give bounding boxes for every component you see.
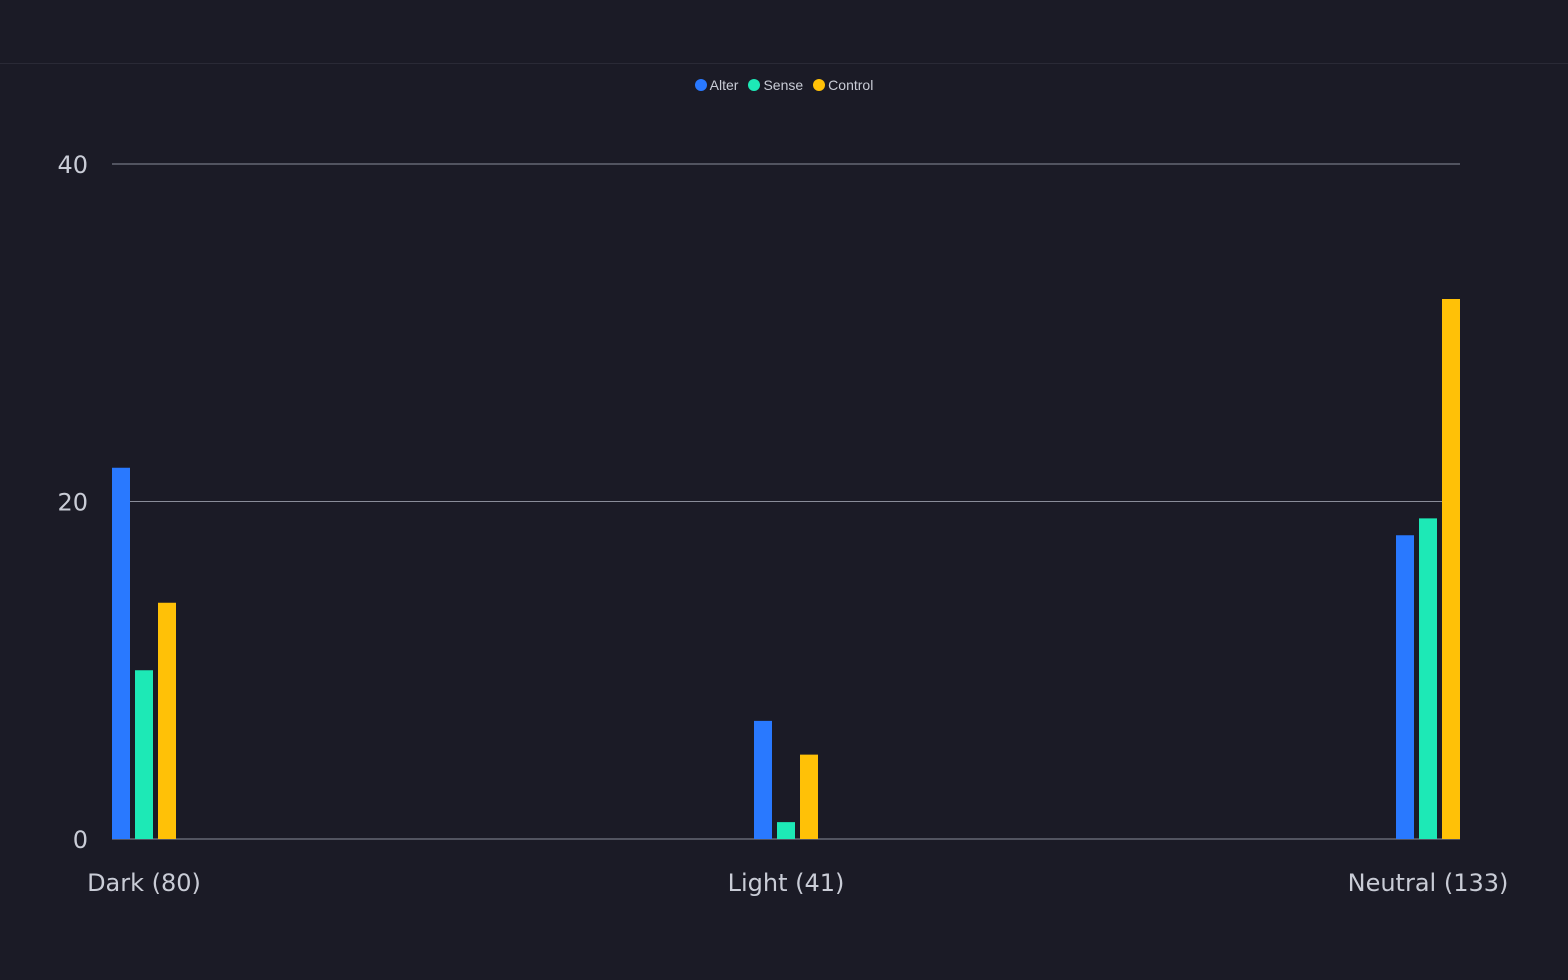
bar-alter-0[interactable] [112, 467, 130, 839]
bar-control-2[interactable] [1442, 299, 1460, 839]
x-category-label: Neutral (133) [1348, 869, 1509, 897]
bar-control-0[interactable] [158, 602, 176, 839]
y-tick-label: 20 [57, 489, 88, 517]
bar-chart: 0 20 40 Dark (80) Light (41) Neutral (133) [57, 151, 1509, 897]
x-category-label: Dark (80) [87, 869, 201, 897]
bar-control-1[interactable] [800, 754, 818, 839]
bar-sense-1[interactable] [777, 822, 795, 839]
y-tick-label: 40 [57, 151, 88, 179]
bar-alter-1[interactable] [754, 720, 772, 839]
x-category-label: Light (41) [728, 869, 845, 897]
bar-sense-2[interactable] [1419, 518, 1437, 839]
bar-alter-2[interactable] [1396, 535, 1414, 839]
bar-sense-0[interactable] [135, 670, 153, 839]
y-tick-label: 0 [73, 826, 88, 854]
